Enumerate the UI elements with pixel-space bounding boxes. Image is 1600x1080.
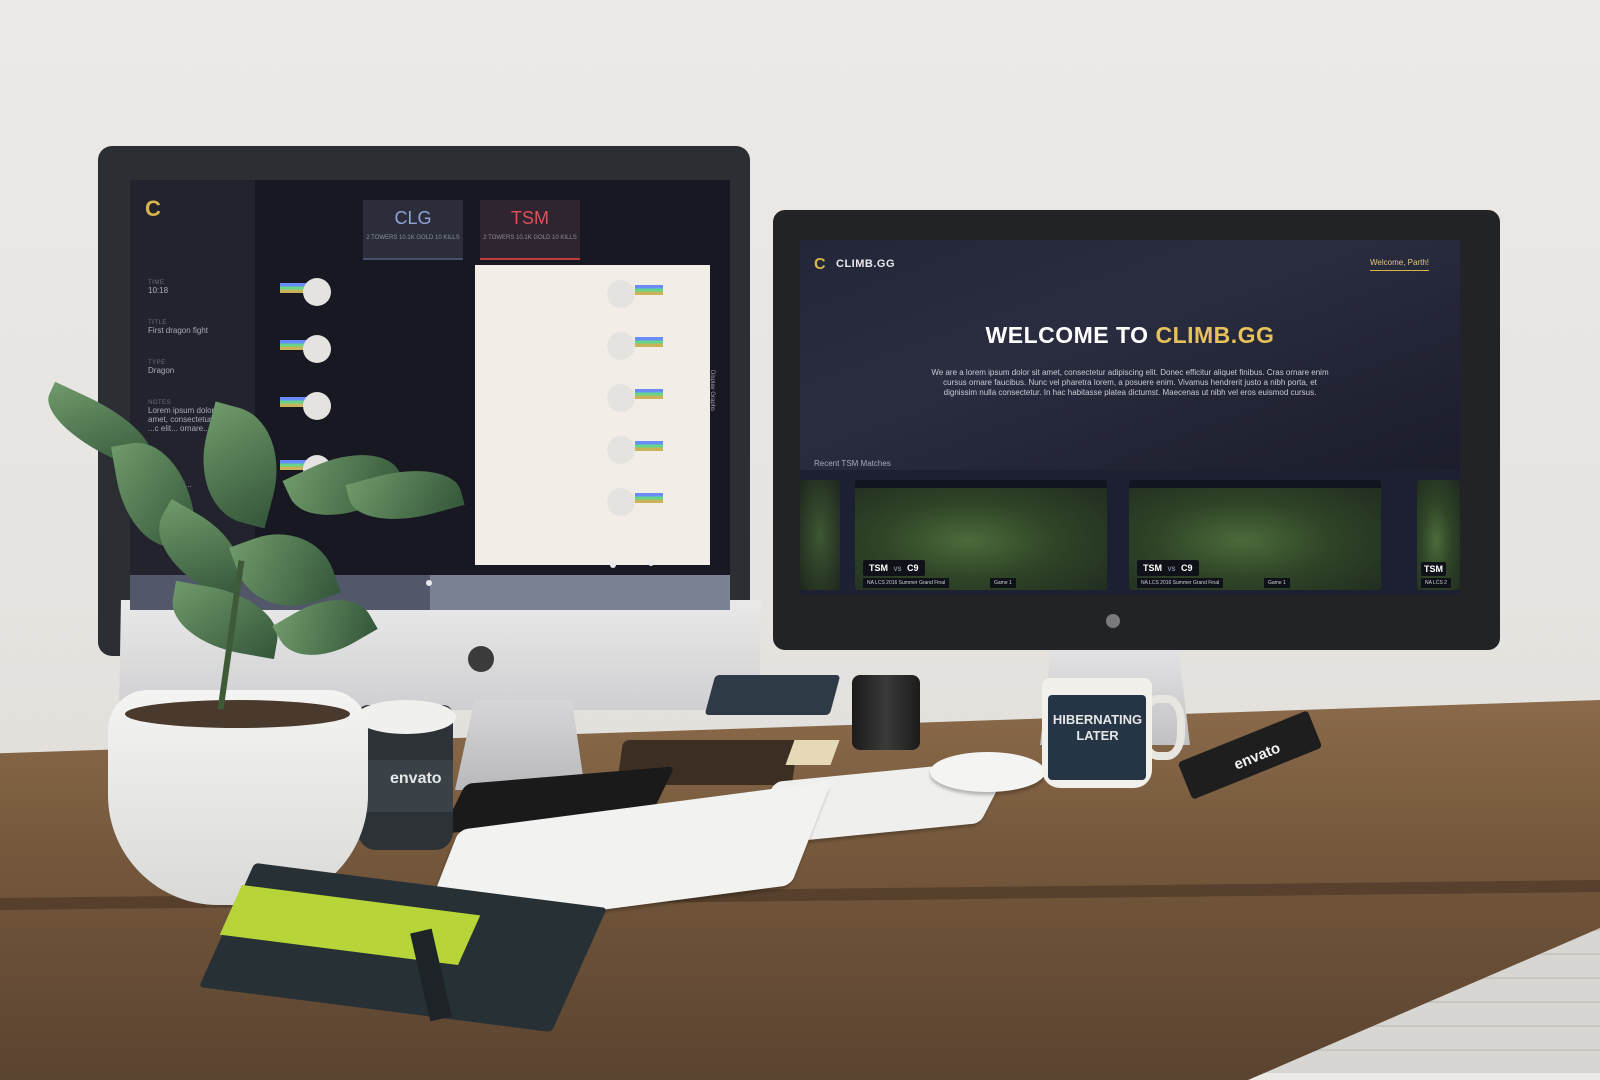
field-type: TYPE Dragon	[148, 360, 174, 375]
match-event: NA LCS 2016 Summer Grand Final	[1137, 578, 1224, 588]
match-event: NA LCS 2	[1421, 578, 1451, 588]
team-a: TSM	[1424, 564, 1443, 574]
match-event: NA LCS 2016 Summer Grand Final	[863, 578, 950, 588]
match-card[interactable]: TSM VS C9 NA LCS 2016 Summer Grand Final…	[855, 480, 1107, 590]
team-stats: 2 TOWERS 10.1K GOLD 10 KILLS	[483, 235, 577, 241]
player-node[interactable]	[303, 278, 331, 306]
match-card[interactable]: TSM VS C9 NA LCS 2016 Summer Grand Final…	[1129, 480, 1381, 590]
player-stat-bars	[635, 493, 663, 503]
player-stat-bars	[635, 441, 663, 451]
apple-logo-icon	[468, 646, 494, 672]
hero-description: We are a lorem ipsum dolor sit amet, con…	[931, 368, 1329, 397]
field-title: TITLE First dragon fight	[148, 320, 208, 335]
cup-lid	[356, 700, 456, 734]
business-card	[785, 740, 840, 765]
hero-title-prefix: WELCOME TO	[985, 322, 1156, 348]
match-teams: TSM VS C9	[863, 560, 925, 576]
player-node[interactable]	[607, 436, 635, 464]
match-card-partial-left[interactable]	[800, 480, 840, 590]
team-a: TSM	[869, 563, 888, 573]
player-node[interactable]	[607, 332, 635, 360]
player-stat-bars	[635, 285, 663, 295]
section-title: Recent TSM Matches	[814, 459, 891, 468]
app-logo[interactable]: C	[145, 196, 161, 222]
match-game: Game 1	[1264, 578, 1290, 588]
vs-label: VS	[1167, 567, 1176, 573]
player-stat-bars	[635, 337, 663, 347]
cup-text: envato	[390, 770, 442, 787]
user-greeting-link[interactable]: Welcome, Parth!	[1370, 258, 1429, 271]
team-b: C9	[907, 563, 919, 573]
match-game: Game 1	[990, 578, 1016, 588]
mug-text: HIBERNATING LATER	[1052, 712, 1143, 743]
field-value[interactable]: First dragon fight	[148, 326, 208, 335]
map-canvas[interactable]	[475, 265, 710, 565]
match-teams: TSM VS C9	[1137, 560, 1199, 576]
player-stat-bars	[635, 389, 663, 399]
field-value[interactable]: Dragon	[148, 366, 174, 375]
team-name: CLG	[394, 208, 432, 228]
right-screen: C CLIMB.GG Welcome, Parth! WELCOME TO CL…	[800, 240, 1460, 595]
timeline-scrubber[interactable]	[426, 580, 432, 586]
timeline-event-dot[interactable]	[610, 562, 616, 568]
vs-label: VS	[893, 567, 902, 573]
match-card-partial-right[interactable]: TSM NA LCS 2	[1417, 480, 1460, 590]
player-node[interactable]	[607, 384, 635, 412]
team-a: TSM	[1143, 563, 1162, 573]
team-stats: 2 TOWERS 10.1K GOLD 10 KILLS	[366, 235, 460, 241]
game-hud	[855, 480, 1107, 488]
plant-soil	[125, 700, 350, 728]
apple-logo-icon	[1106, 614, 1120, 628]
team-card-tsm[interactable]: TSM 2 TOWERS 10.1K GOLD 10 KILLS	[480, 200, 580, 260]
team-card-clg[interactable]: CLG 2 TOWERS 10.1K GOLD 10 KILLS	[363, 200, 463, 260]
player-node[interactable]	[607, 280, 635, 308]
camera-lens	[852, 675, 920, 750]
player-node[interactable]	[303, 392, 331, 420]
app-logo[interactable]: C	[814, 256, 826, 274]
field-value[interactable]: 10:18	[148, 286, 168, 295]
display-graphs-toggle[interactable]: Display Graphs	[709, 370, 715, 411]
timeline-played	[430, 575, 730, 610]
hero-background	[800, 240, 1460, 470]
team-b: C9	[1181, 563, 1193, 573]
game-hud	[1129, 480, 1381, 488]
brand-name[interactable]: CLIMB.GG	[836, 258, 895, 270]
team-name: TSM	[511, 208, 549, 228]
player-node[interactable]	[607, 488, 635, 516]
external-drive	[704, 675, 841, 715]
match-view: CLG 2 TOWERS 10.1K GOLD 10 KILLS TSM 2 T…	[255, 180, 730, 575]
match-teams: TSM	[1421, 562, 1446, 576]
hero-title-highlight: CLIMB.GG	[1155, 322, 1275, 348]
player-node[interactable]	[303, 335, 331, 363]
hero-title: WELCOME TO CLIMB.GG	[800, 322, 1460, 349]
field-time: TIME 10:18	[148, 280, 168, 295]
mouse	[930, 752, 1045, 792]
timeline-event-dot[interactable]	[648, 560, 654, 566]
